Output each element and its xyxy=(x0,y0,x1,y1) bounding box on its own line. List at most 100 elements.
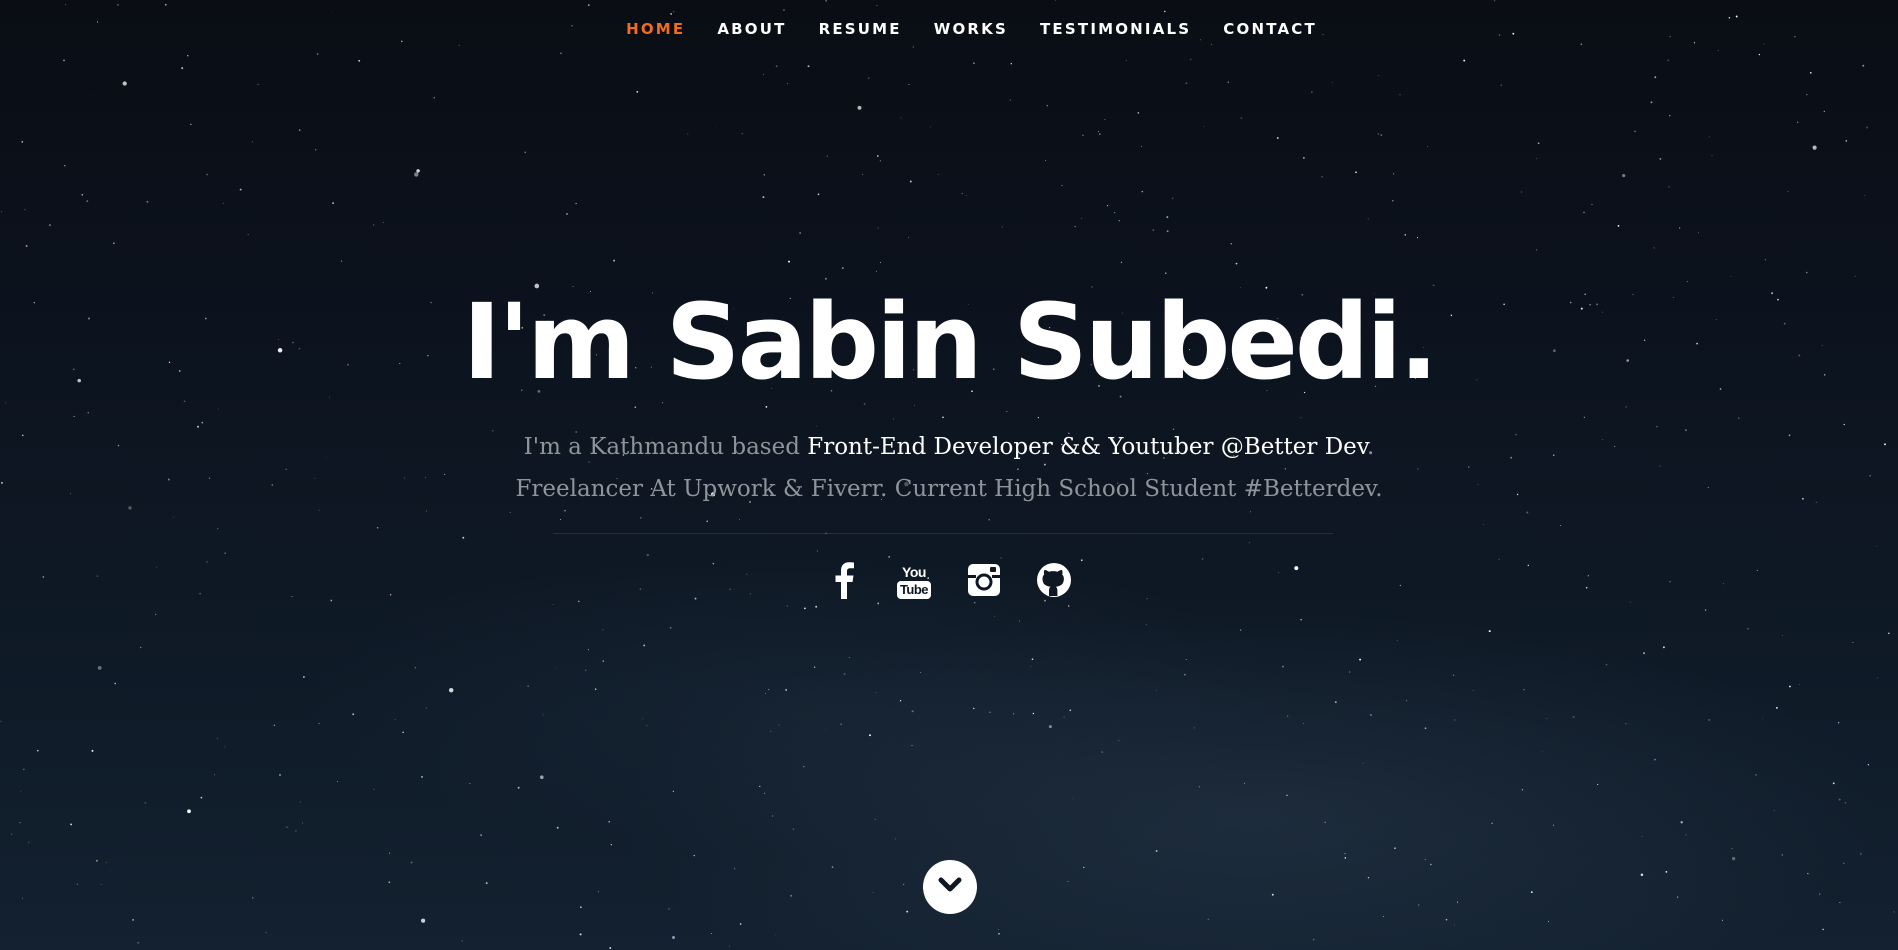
star xyxy=(772,815,774,817)
star xyxy=(1523,689,1525,691)
star xyxy=(414,172,419,177)
nav-item-contact[interactable]: CONTACT xyxy=(1223,20,1317,38)
star xyxy=(1541,751,1543,753)
star xyxy=(1000,557,1002,559)
nav-item-works[interactable]: WORKS xyxy=(934,20,1008,38)
star xyxy=(20,790,22,792)
star xyxy=(768,689,770,690)
star xyxy=(73,415,75,417)
star xyxy=(190,123,192,126)
star xyxy=(1193,727,1195,729)
star xyxy=(1287,715,1289,717)
star xyxy=(1876,546,1877,547)
star xyxy=(792,828,795,830)
star xyxy=(1806,94,1808,96)
nav-item-about[interactable]: ABOUT xyxy=(717,20,786,38)
star xyxy=(1137,112,1140,114)
star xyxy=(1098,133,1101,136)
star xyxy=(295,830,297,832)
star xyxy=(421,775,423,778)
star xyxy=(575,202,577,205)
instagram-link[interactable] xyxy=(964,560,1004,604)
star xyxy=(1452,674,1455,676)
star xyxy=(1367,877,1370,879)
star xyxy=(1009,99,1011,101)
star xyxy=(961,193,963,195)
star xyxy=(763,74,765,76)
star xyxy=(672,790,675,792)
star xyxy=(1118,739,1120,741)
star xyxy=(1380,134,1383,136)
star xyxy=(585,669,587,671)
star xyxy=(1032,712,1035,715)
nav-item-resume[interactable]: RESUME xyxy=(819,20,902,38)
page-title: I'm Sabin Subedi. xyxy=(462,281,1438,403)
star xyxy=(1010,62,1013,65)
tagline-line-2: Freelancer At Upwork & Fiverr. Current H… xyxy=(515,476,1383,502)
star xyxy=(1424,859,1426,860)
star xyxy=(388,881,391,884)
star xyxy=(1344,857,1347,859)
star xyxy=(1031,658,1034,661)
star xyxy=(579,933,582,936)
star xyxy=(764,792,766,794)
star xyxy=(1271,893,1274,896)
star xyxy=(799,232,801,234)
star xyxy=(1665,870,1668,873)
nav-item-testimonials[interactable]: TESTIMONIALS xyxy=(1040,20,1191,38)
star xyxy=(216,738,218,740)
star xyxy=(373,224,375,226)
tagline-highlight: Front-End Developer && Youtuber @Better … xyxy=(807,434,1368,460)
facebook-link[interactable] xyxy=(824,560,864,604)
star xyxy=(1559,524,1562,527)
star xyxy=(1445,918,1448,921)
star xyxy=(888,555,891,558)
star xyxy=(1530,891,1533,893)
scroll-down-button[interactable] xyxy=(923,860,977,914)
star xyxy=(1838,798,1841,801)
star xyxy=(909,180,912,183)
star xyxy=(139,646,142,649)
star xyxy=(872,891,874,893)
github-link[interactable] xyxy=(1034,560,1074,604)
star xyxy=(1083,866,1085,869)
star xyxy=(527,685,529,687)
star xyxy=(1240,117,1243,120)
star xyxy=(900,117,902,119)
star xyxy=(1888,632,1890,635)
star xyxy=(1377,133,1380,135)
star xyxy=(1597,783,1599,785)
star xyxy=(636,91,639,93)
nav-item-home[interactable]: HOME xyxy=(626,20,685,38)
star xyxy=(1807,873,1809,875)
star xyxy=(597,891,599,893)
star xyxy=(1662,646,1665,649)
star xyxy=(1698,232,1699,234)
star xyxy=(998,932,1000,935)
star xyxy=(1030,666,1032,667)
star xyxy=(109,869,111,871)
star xyxy=(840,723,842,726)
nav-list: HOME ABOUT RESUME WORKS TESTIMONIALS CON… xyxy=(581,20,1317,38)
star xyxy=(216,527,219,530)
star xyxy=(1806,271,1808,274)
star xyxy=(247,234,249,236)
star xyxy=(1097,130,1099,132)
star xyxy=(181,67,184,70)
star xyxy=(24,209,26,211)
star xyxy=(790,894,793,897)
star xyxy=(1185,82,1188,85)
star xyxy=(239,188,242,191)
star xyxy=(1731,848,1733,850)
star xyxy=(1810,72,1812,74)
star xyxy=(786,82,788,85)
star xyxy=(848,656,850,658)
star xyxy=(825,729,826,730)
star xyxy=(1046,105,1048,107)
star xyxy=(1776,707,1778,709)
youtube-link[interactable]: You Tube xyxy=(894,560,934,604)
star xyxy=(1537,142,1540,145)
star xyxy=(788,260,790,263)
star xyxy=(1843,423,1845,426)
star xyxy=(48,224,51,227)
